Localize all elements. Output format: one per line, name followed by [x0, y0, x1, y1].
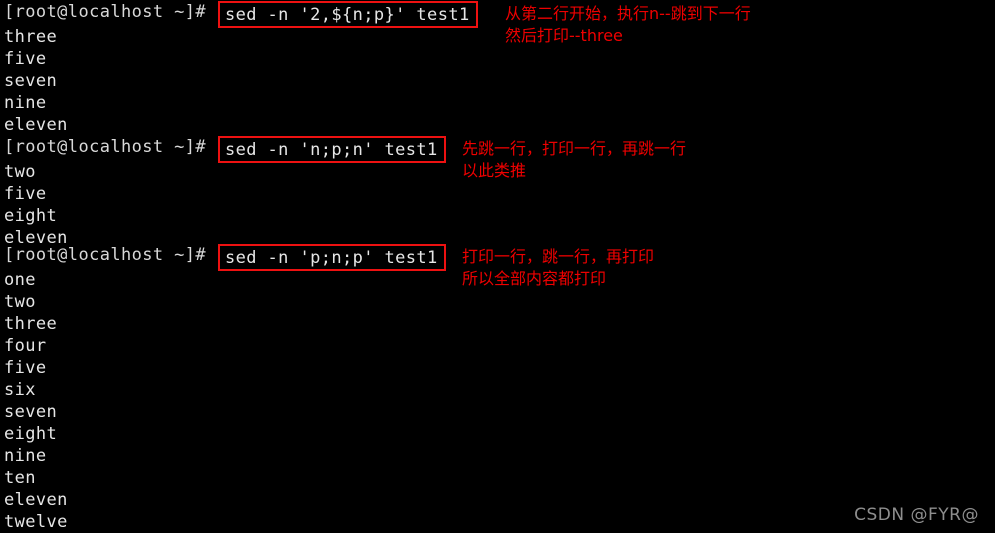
- annotation-2-line-2: 以此类推: [462, 161, 527, 180]
- output-line: five: [4, 358, 47, 378]
- output-line: four: [4, 336, 47, 356]
- annotation-3-line-2: 所以全部内容都打印: [462, 269, 607, 288]
- terminal-window: [root@localhost ~]# sed -n '2,${n;p}' te…: [0, 0, 995, 533]
- output-line: two: [4, 162, 36, 182]
- output-line: two: [4, 292, 36, 312]
- csdn-watermark: CSDN @FYR@: [854, 505, 979, 525]
- command-box-2[interactable]: sed -n 'n;p;n' test1: [218, 136, 446, 163]
- output-line: nine: [4, 93, 47, 113]
- output-line: seven: [4, 402, 58, 422]
- output-line: one: [4, 270, 36, 290]
- output-line: eleven: [4, 490, 68, 510]
- output-line: eight: [4, 424, 58, 444]
- output-line: twelve: [4, 512, 68, 532]
- output-line: five: [4, 184, 47, 204]
- shell-prompt: [root@localhost ~]#: [4, 2, 207, 22]
- output-line: eleven: [4, 115, 68, 135]
- shell-prompt: [root@localhost ~]#: [4, 137, 207, 157]
- annotation-2-line-1: 先跳一行，打印一行，再跳一行: [462, 139, 687, 158]
- output-line: ten: [4, 468, 36, 488]
- output-line: seven: [4, 71, 58, 91]
- output-line: three: [4, 27, 58, 47]
- output-line: six: [4, 380, 36, 400]
- output-line: five: [4, 49, 47, 69]
- annotation-3-line-1: 打印一行，跳一行，再打印: [462, 247, 655, 266]
- output-line: eight: [4, 206, 58, 226]
- shell-prompt: [root@localhost ~]#: [4, 245, 207, 265]
- annotation-1-line-2: 然后打印--three: [505, 26, 623, 45]
- output-line: three: [4, 314, 58, 334]
- command-box-1[interactable]: sed -n '2,${n;p}' test1: [218, 1, 478, 28]
- command-box-3[interactable]: sed -n 'p;n;p' test1: [218, 244, 446, 271]
- output-line: nine: [4, 446, 47, 466]
- annotation-1-line-1: 从第二行开始，执行n--跳到下一行: [505, 4, 751, 23]
